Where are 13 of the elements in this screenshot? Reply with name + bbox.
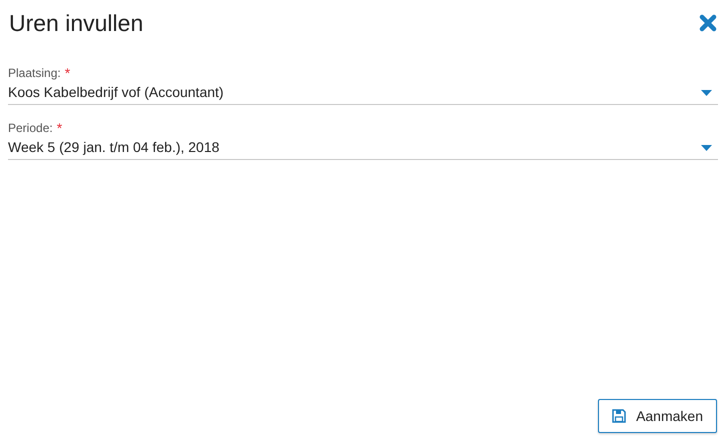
select-field[interactable]: Week 5 (29 jan. t/m 04 feb.), 2018 [8,136,718,160]
caret-icon [701,144,712,150]
field-label: Plaatsing: [8,65,61,82]
close-button[interactable] [698,13,718,33]
select-field[interactable]: Koos Kabelbedrijf vof (Accountant) [8,81,718,105]
close-icon [699,14,717,32]
required-mark: * [56,121,62,135]
create-button[interactable]: Aanmaken [598,399,717,433]
required-mark: * [64,66,70,80]
caret-icon [701,90,712,96]
dialog-title: Uren invullen [9,8,144,38]
field-label: Periode: [8,120,53,137]
save-icon [612,409,626,423]
